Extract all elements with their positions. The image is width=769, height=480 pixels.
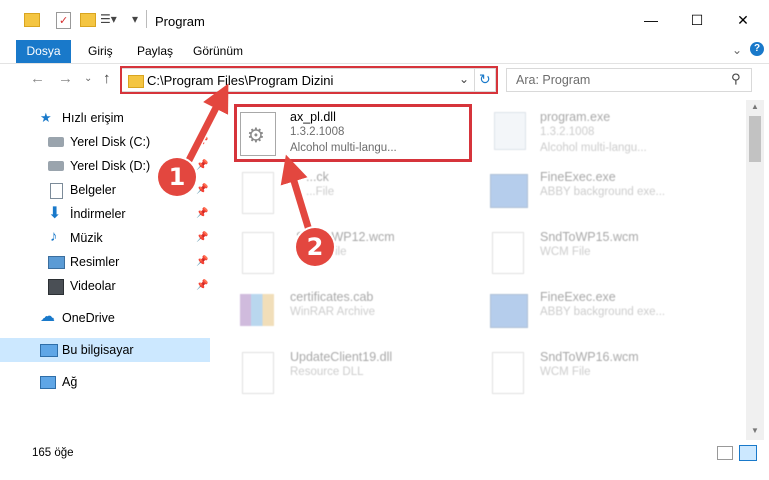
annotation-arrows [180,83,317,245]
step-1-badge: 1 [158,158,196,196]
arrow-to-address [181,83,229,170]
step-2-badge: 2 [296,228,334,266]
